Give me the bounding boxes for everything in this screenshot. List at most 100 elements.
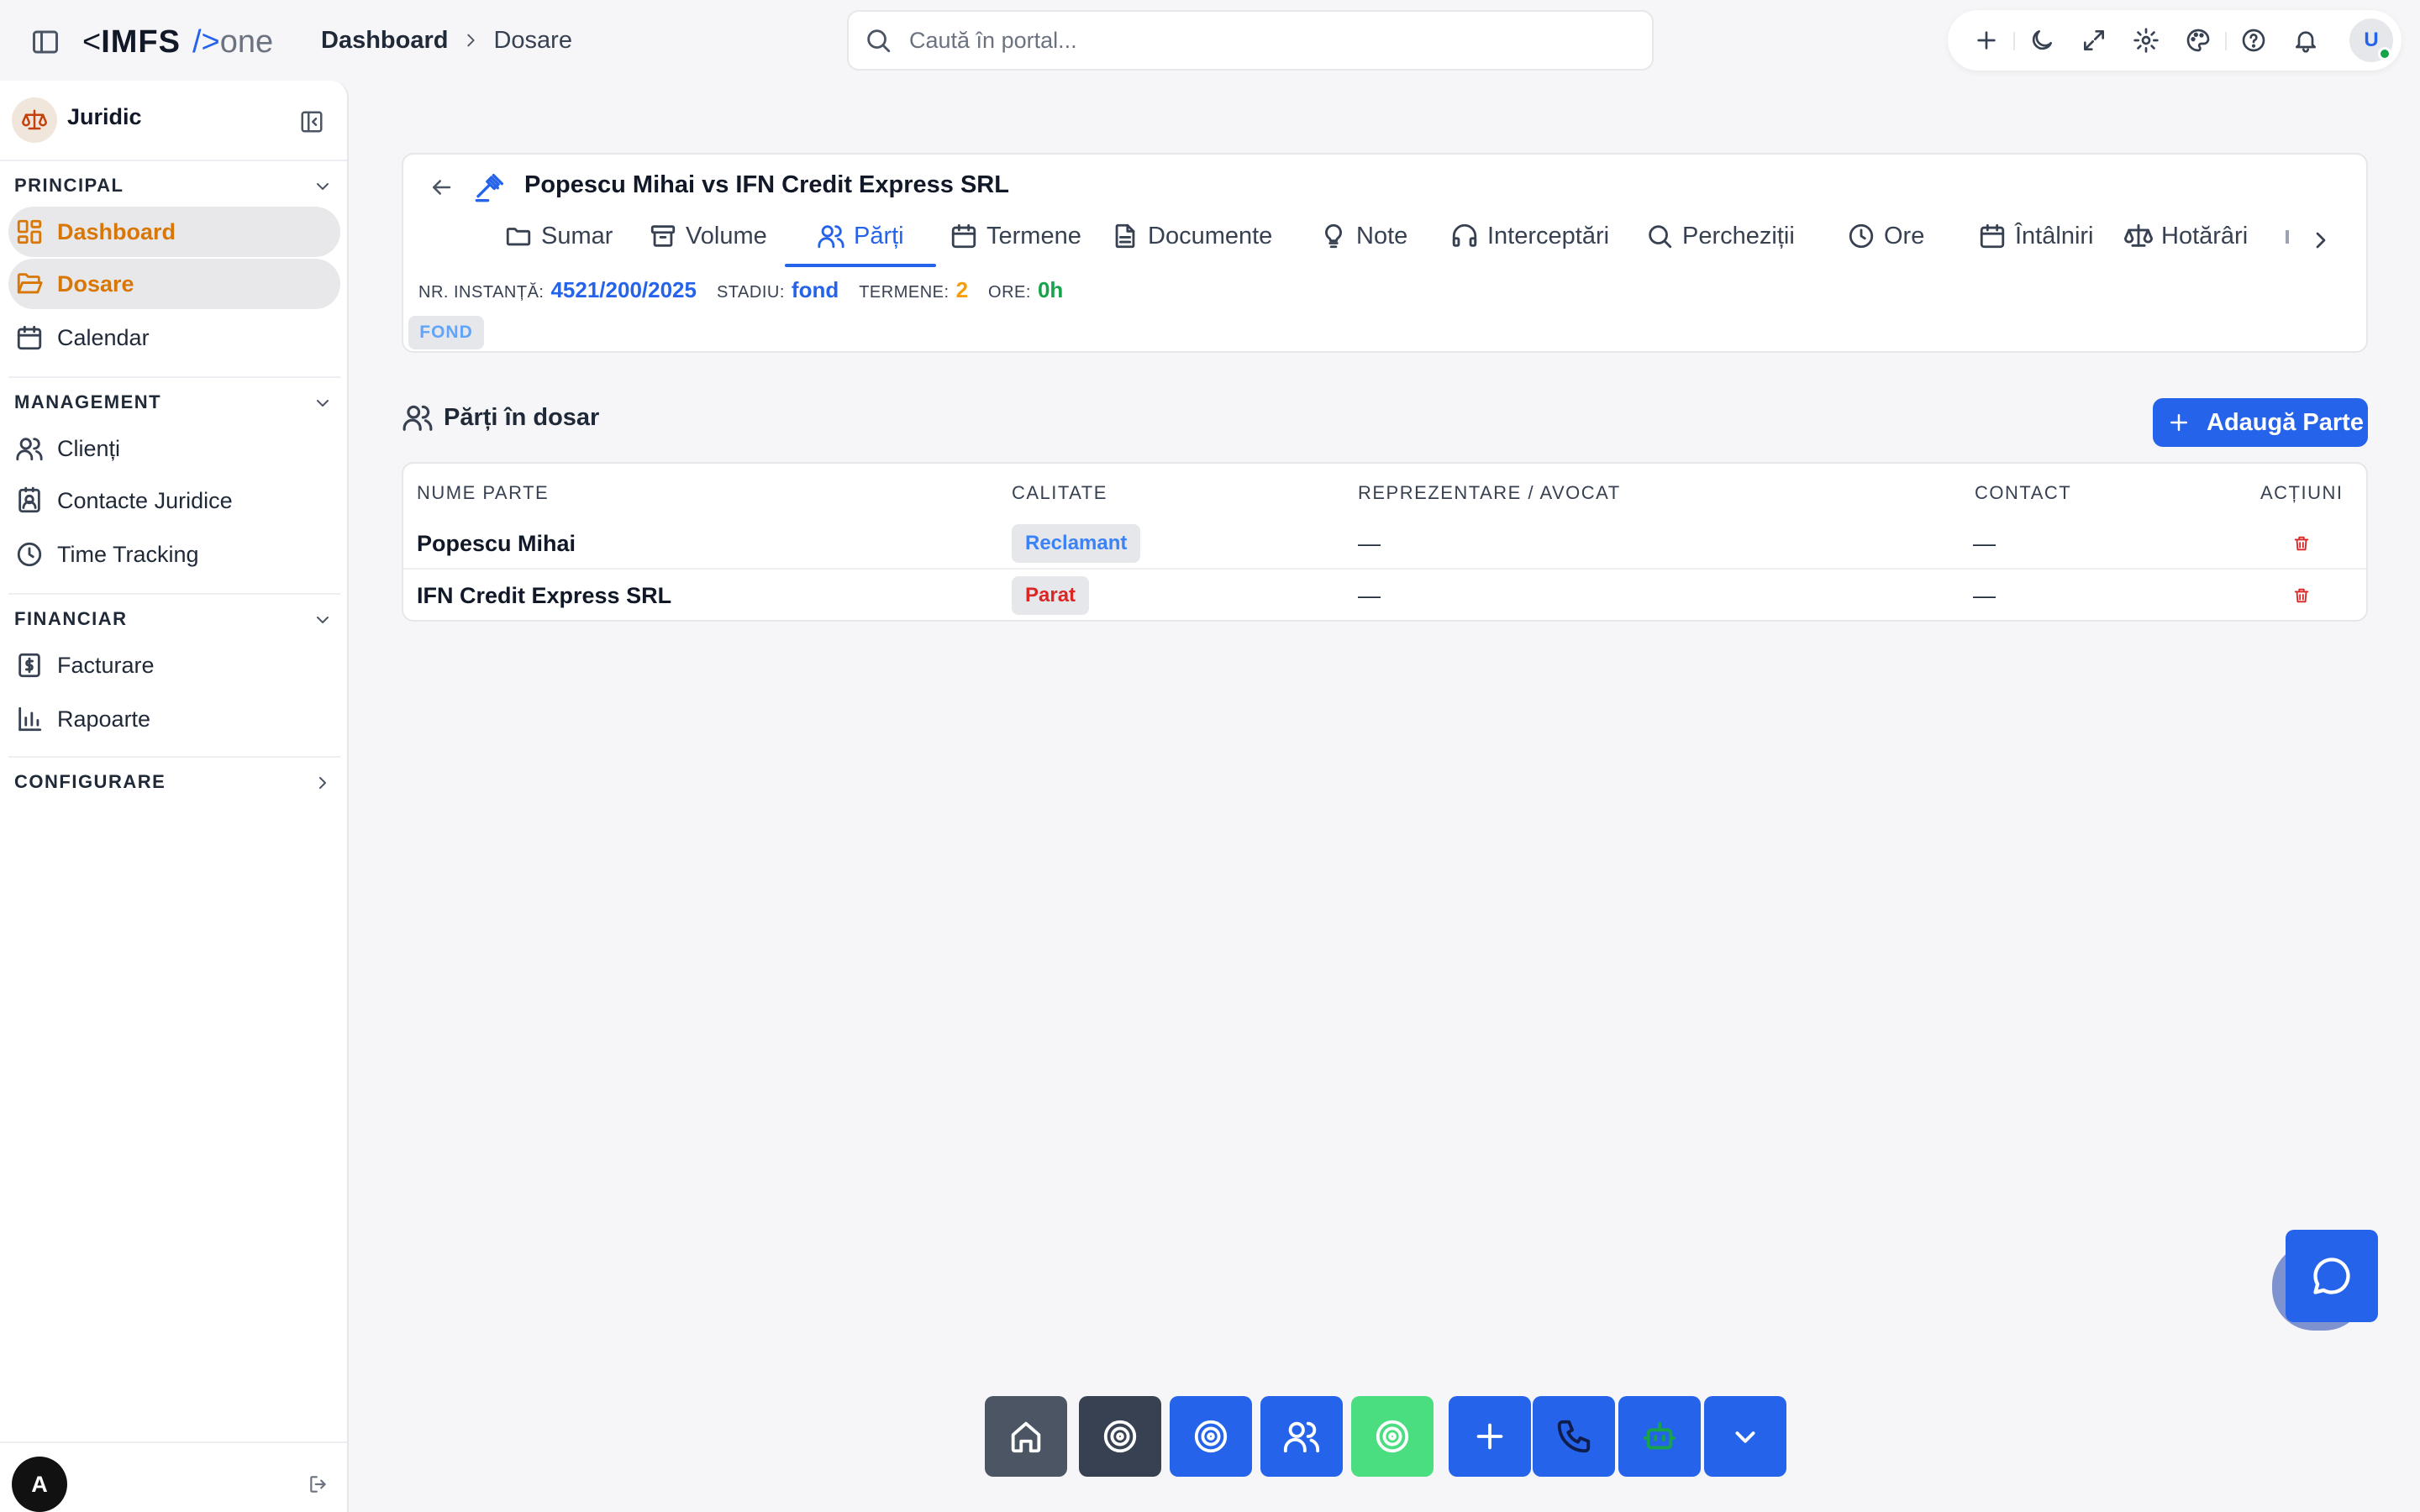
tab-documente[interactable]: Documente	[1111, 222, 1272, 269]
tab-interceptari[interactable]: Interceptări	[1450, 222, 1609, 269]
sidebar-item-label: Rapoarte	[57, 706, 151, 732]
tabs-overflow-indicator	[2286, 230, 2289, 244]
sidebar-item-clienti[interactable]: Clienți	[8, 423, 340, 474]
dock-target-button[interactable]	[1351, 1396, 1434, 1477]
search-input[interactable]	[909, 27, 1581, 54]
target-icon	[1192, 1417, 1230, 1456]
sidebar-item-dashboard[interactable]: Dashboard	[8, 207, 340, 257]
palette-icon[interactable]	[2185, 27, 2212, 54]
dock-add-button[interactable]	[1449, 1396, 1531, 1477]
calendar-icon	[950, 222, 978, 250]
users-icon	[15, 434, 44, 463]
sidebar-item-label: Contacte Juridice	[57, 487, 233, 513]
terms-label: TERMENE:	[859, 283, 950, 302]
column-header-actions: ACȚIUNI	[2260, 482, 2344, 503]
column-header-representation: REPREZENTARE / AVOCAT	[1358, 482, 1621, 503]
sidebar-header: Juridic	[0, 81, 347, 161]
search-icon	[864, 26, 892, 55]
collapse-sidebar-icon[interactable]	[299, 109, 324, 134]
section-principal[interactable]: PRINCIPAL	[14, 175, 124, 197]
app-logo[interactable]: <IMFS/>one	[82, 22, 273, 62]
bell-icon[interactable]	[2292, 27, 2319, 54]
chevron-down-icon[interactable]	[313, 610, 333, 630]
chat-button[interactable]	[2286, 1230, 2378, 1322]
stage-badge: FOND	[408, 316, 484, 349]
plus-icon	[1470, 1417, 1509, 1456]
account-avatar[interactable]: A	[12, 1457, 67, 1512]
phone-icon	[1555, 1417, 1593, 1456]
calendar-icon	[15, 323, 44, 352]
sidebar-divider	[8, 376, 340, 378]
chevron-down-icon	[1726, 1417, 1765, 1456]
sidebar-item-contacte-juridice[interactable]: Contacte Juridice	[8, 475, 340, 526]
tab-ore[interactable]: Ore	[1847, 222, 1924, 269]
breadcrumb-dashboard[interactable]: Dashboard	[321, 24, 448, 57]
section-management[interactable]: MANAGEMENT	[14, 391, 161, 413]
active-tab-indicator	[785, 264, 936, 267]
archive-icon	[649, 222, 677, 250]
users-icon	[817, 222, 845, 250]
sidebar-divider	[8, 593, 340, 595]
case-meta: NR. INSTANȚĂ: 4521/200/2025 STADIU: fond…	[418, 277, 1083, 303]
chevron-right-icon[interactable]	[2307, 227, 2334, 254]
section-financiar[interactable]: FINANCIAR	[14, 608, 128, 630]
sidebar-item-dosare[interactable]: Dosare	[8, 259, 340, 309]
document-icon	[1111, 222, 1139, 250]
tab-intalniri[interactable]: Întâlniri	[1978, 222, 2094, 269]
gear-icon[interactable]	[2133, 27, 2160, 54]
section-configurare[interactable]: CONFIGURARE	[14, 771, 166, 793]
chevron-right-icon	[461, 31, 480, 50]
sidebar-item-facturare[interactable]: Facturare	[8, 640, 340, 690]
toolbar-divider	[2225, 32, 2227, 50]
add-party-button[interactable]: Adaugă Parte	[2153, 398, 2368, 447]
tab-perchezitii[interactable]: Percheziții	[1645, 222, 1795, 269]
sidebar-title: Juridic	[67, 104, 142, 129]
help-icon[interactable]	[2240, 27, 2267, 54]
column-header-role: CALITATE	[1012, 482, 1107, 503]
party-name: IFN Credit Express SRL	[417, 582, 672, 608]
tab-hotarari[interactable]: Hotărâri	[2124, 222, 2248, 269]
online-status-dot	[2378, 47, 2391, 60]
sidebar-item-calendar[interactable]: Calendar	[8, 312, 340, 363]
chevron-down-icon[interactable]	[313, 176, 333, 197]
chevron-down-icon[interactable]	[313, 393, 333, 413]
delete-party-button[interactable]	[2292, 570, 2311, 622]
scale-icon	[2124, 222, 2153, 250]
plus-icon[interactable]	[1973, 27, 2000, 54]
search-box[interactable]	[847, 10, 1654, 71]
dock-target-button[interactable]	[1079, 1396, 1161, 1477]
dock-home-button[interactable]	[985, 1396, 1067, 1477]
dock-bot-button[interactable]	[1618, 1396, 1701, 1477]
sidebar-item-label: Calendar	[57, 324, 150, 350]
headphones-icon	[1450, 222, 1479, 250]
dashboard-icon	[15, 218, 44, 246]
sidebar-toggle-icon[interactable]	[30, 27, 60, 57]
moon-icon[interactable]	[2028, 27, 2055, 54]
sidebar-footer: A	[0, 1441, 347, 1512]
expand-icon[interactable]	[2081, 27, 2107, 54]
clock-icon	[1847, 222, 1876, 250]
dock-phone-button[interactable]	[1533, 1396, 1615, 1477]
invoice-icon	[15, 651, 44, 680]
role-badge: Parat	[1012, 576, 1090, 615]
dock-users-button[interactable]	[1260, 1396, 1343, 1477]
toolbar-divider	[2013, 32, 2015, 50]
tab-sumar[interactable]: Sumar	[504, 222, 613, 269]
delete-party-button[interactable]	[2292, 517, 2311, 570]
column-header-contact: CONTACT	[1975, 482, 2072, 503]
tab-volume[interactable]: Volume	[649, 222, 767, 269]
dock-more-button[interactable]	[1704, 1396, 1786, 1477]
users-icon	[1282, 1417, 1321, 1456]
logout-icon[interactable]	[308, 1473, 329, 1495]
tab-termene[interactable]: Termene	[950, 222, 1081, 269]
chevron-right-icon[interactable]	[313, 773, 333, 793]
back-arrow-icon[interactable]	[429, 175, 454, 200]
dock-target-button[interactable]	[1170, 1396, 1252, 1477]
tab-note[interactable]: Note	[1319, 222, 1407, 269]
sidebar-item-time-tracking[interactable]: Time Tracking	[8, 529, 340, 580]
terms-value: 2	[955, 277, 969, 302]
tab-parti[interactable]: Părți	[817, 222, 904, 269]
calendar-icon	[1978, 222, 2007, 250]
sidebar-item-rapoarte[interactable]: Rapoarte	[8, 694, 340, 744]
trash-icon	[2292, 534, 2311, 553]
